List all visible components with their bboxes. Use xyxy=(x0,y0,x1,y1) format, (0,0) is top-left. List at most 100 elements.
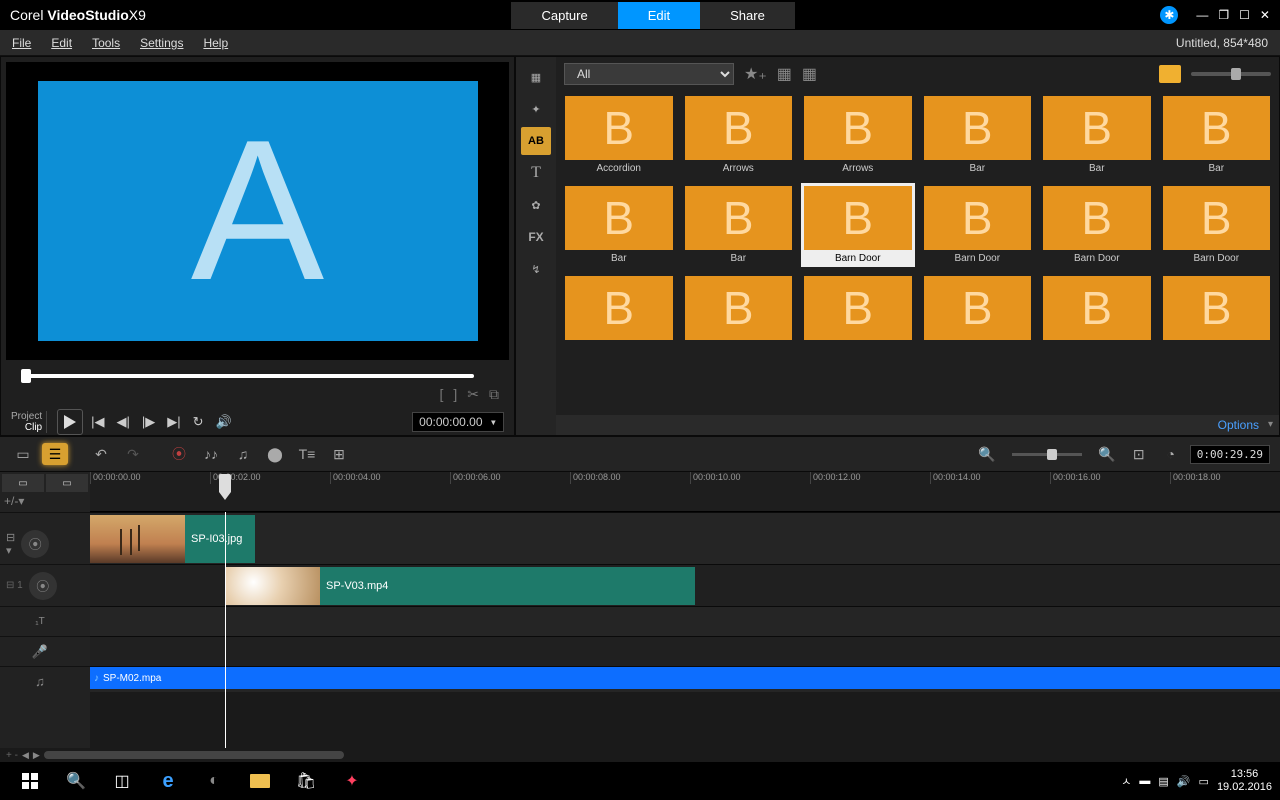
add-favorite-icon[interactable]: ★₊ xyxy=(744,64,767,84)
play-button[interactable] xyxy=(57,409,83,435)
library-item[interactable]: BBar xyxy=(1160,93,1274,177)
undo-button[interactable]: ↶ xyxy=(88,443,114,465)
volume-button[interactable]: 🔊 xyxy=(212,414,236,430)
timeline-view-button[interactable]: ☰ xyxy=(42,443,68,465)
library-item[interactable]: BBar xyxy=(1040,93,1154,177)
lib-tool2-icon[interactable]: ▦ xyxy=(802,64,817,84)
scrub-bar[interactable] xyxy=(21,374,474,378)
add-track-button[interactable]: +/-▾ xyxy=(0,494,90,512)
thumbnail-view-button[interactable] xyxy=(1159,65,1181,83)
library-item[interactable]: B xyxy=(1040,273,1154,346)
overlay-track-1-header[interactable]: ⊟ 1 ⦿ xyxy=(0,564,90,606)
multicam-button[interactable]: ⊞ xyxy=(326,443,352,465)
start-button[interactable] xyxy=(8,764,52,798)
next-frame-button[interactable]: |▶ xyxy=(138,414,159,430)
trackview-btn2[interactable]: ▭ xyxy=(46,474,88,492)
steam-icon[interactable]: ◐ xyxy=(192,764,236,798)
mode-project-label[interactable]: Project xyxy=(11,411,42,422)
library-item[interactable]: BBar xyxy=(921,93,1035,177)
go-start-button[interactable]: |◀ xyxy=(87,414,108,430)
playhead[interactable] xyxy=(225,512,226,748)
clip-video1[interactable]: SP-I03.jpg xyxy=(90,515,255,563)
library-item[interactable]: BBar xyxy=(562,183,676,267)
libcat-instant-icon[interactable]: ✦ xyxy=(521,95,551,123)
clip-audio[interactable]: ♪ SP-M02.mpa xyxy=(90,667,1280,689)
menu-settings[interactable]: Settings xyxy=(140,36,183,50)
mark-in-icon[interactable]: [ xyxy=(439,386,443,403)
library-item[interactable]: BBarn Door xyxy=(1160,183,1274,267)
library-item[interactable]: B xyxy=(682,273,796,346)
prev-frame-button[interactable]: ◀| xyxy=(113,414,134,430)
trackview-btn1[interactable]: ▭ xyxy=(2,474,44,492)
file-explorer-icon[interactable] xyxy=(238,764,282,798)
library-item[interactable]: B xyxy=(1160,273,1274,346)
tab-edit[interactable]: Edit xyxy=(618,2,700,29)
clip-video2[interactable]: ▶🔊 SP-V03.mp4 xyxy=(225,567,695,605)
library-item[interactable]: BBarn Door xyxy=(801,183,915,267)
libcat-graphic-icon[interactable]: ✿ xyxy=(521,191,551,219)
library-item[interactable]: BArrows xyxy=(801,93,915,177)
cut-icon[interactable]: ✂ xyxy=(467,386,479,403)
fit-project-button[interactable]: ⊡ xyxy=(1126,443,1152,465)
record-button[interactable]: ⦿ xyxy=(166,443,192,465)
library-item[interactable]: BBarn Door xyxy=(921,183,1035,267)
library-filter-dropdown[interactable]: All xyxy=(564,63,734,85)
redo-button[interactable]: ↷ xyxy=(120,443,146,465)
tab-capture[interactable]: Capture xyxy=(511,2,617,29)
restore-button[interactable]: ❐ xyxy=(1218,8,1229,22)
libcat-media-icon[interactable]: ▦ xyxy=(521,63,551,91)
tray-chevron-icon[interactable]: ㅅ xyxy=(1121,773,1131,789)
store-icon[interactable]: 🛍 xyxy=(284,764,328,798)
mode-clip-label[interactable]: Clip xyxy=(11,422,42,433)
lib-tool1-icon[interactable]: ▦ xyxy=(777,64,792,84)
libcat-path-icon[interactable]: ↯ xyxy=(521,255,551,283)
menu-file[interactable]: File xyxy=(12,36,31,50)
time-ruler[interactable]: 00:00:00.0000:00:02.0000:00:04.0000:00:0… xyxy=(90,472,1280,512)
library-options-toggle[interactable]: Options xyxy=(556,415,1279,435)
tray-network-icon[interactable]: ▤ xyxy=(1158,775,1168,788)
auto-music-button[interactable]: ♫ xyxy=(230,443,256,465)
library-item[interactable]: B xyxy=(562,273,676,346)
title-track-header[interactable]: ₁T xyxy=(0,606,90,636)
library-item[interactable]: BBar xyxy=(682,183,796,267)
timeline-scrollbar[interactable]: + - ◀ ▶ xyxy=(0,748,1280,762)
storyboard-view-button[interactable]: ▭ xyxy=(10,443,36,465)
help-icon[interactable]: ✱ xyxy=(1160,6,1178,24)
zoom-slider[interactable] xyxy=(1012,453,1082,456)
scroll-right-button[interactable]: ▶ xyxy=(33,750,40,761)
voice-track-header[interactable]: 🎤 xyxy=(0,636,90,666)
minimize-button[interactable]: — xyxy=(1196,8,1208,22)
audio-mixer-button[interactable]: ♪♪ xyxy=(198,443,224,465)
search-button[interactable]: 🔍 xyxy=(54,764,98,798)
zoom-in-button[interactable]: 🔍 xyxy=(1094,443,1120,465)
libcat-transitions-icon[interactable]: AB xyxy=(521,127,551,155)
thumbnail-size-slider[interactable] xyxy=(1191,72,1271,76)
maximize-button[interactable]: ☐ xyxy=(1239,8,1250,22)
taskbar-clock[interactable]: 13:56 19.02.2016 xyxy=(1217,768,1272,794)
preview-viewport[interactable]: A xyxy=(6,62,509,360)
video-track-1-header[interactable]: ⊟▾ ⦿ xyxy=(0,512,90,564)
menu-help[interactable]: Help xyxy=(203,36,228,50)
go-end-button[interactable]: ▶| xyxy=(163,414,184,430)
snapshot-icon[interactable]: ⧉ xyxy=(489,386,499,403)
repeat-button[interactable]: ↻ xyxy=(189,414,208,430)
library-item[interactable]: B xyxy=(801,273,915,346)
libcat-filter-icon[interactable]: FX xyxy=(521,223,551,251)
mark-out-icon[interactable]: ] xyxy=(453,386,457,403)
library-item[interactable]: BBarn Door xyxy=(1040,183,1154,267)
zoom-out-button[interactable]: 🔍 xyxy=(974,443,1000,465)
zoom-handle[interactable] xyxy=(1047,449,1057,460)
playhead-handle[interactable] xyxy=(219,474,231,492)
tab-share[interactable]: Share xyxy=(700,2,795,29)
menu-tools[interactable]: Tools xyxy=(92,36,120,50)
preview-timecode[interactable]: 00:00:00.00 ▾ xyxy=(412,412,504,432)
tray-volume-icon[interactable]: 🔊 xyxy=(1177,775,1191,788)
menu-edit[interactable]: Edit xyxy=(51,36,72,50)
tray-action-center-icon[interactable]: ▭ xyxy=(1199,775,1209,788)
close-button[interactable]: ✕ xyxy=(1260,8,1270,22)
scroll-left-button[interactable]: ◀ xyxy=(22,750,29,761)
videostudio-taskbar-icon[interactable]: ✦ xyxy=(330,764,374,798)
task-view-button[interactable]: ◫ xyxy=(100,764,144,798)
library-item[interactable]: B xyxy=(921,273,1035,346)
library-item[interactable]: BAccordion xyxy=(562,93,676,177)
